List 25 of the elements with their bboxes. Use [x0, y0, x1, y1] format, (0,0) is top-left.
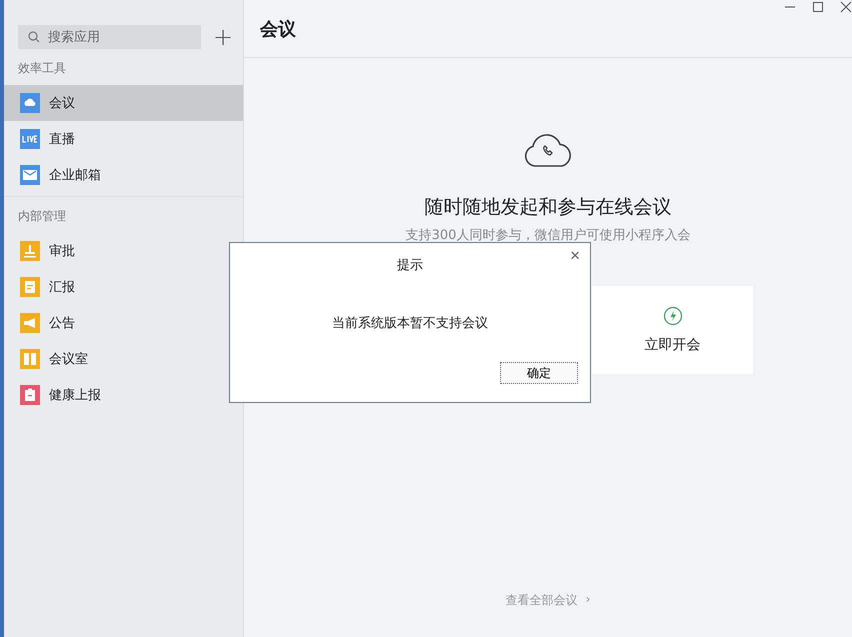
dialog-message: 当前系统版本暂不支持会议	[331, 315, 489, 332]
close-button[interactable]: ×	[568, 246, 582, 266]
card-label: 立即开会	[644, 336, 700, 354]
sidebar-item[interactable]: 健康上报	[4, 377, 243, 413]
heading: 随时随地发起和参与在线会议	[424, 195, 672, 220]
page-title: 会议	[260, 18, 296, 40]
subtitle: 支持300人同时参与，微信用户可使用小程序入会	[406, 227, 690, 244]
sidebar-item[interactable]: 汇报	[4, 269, 243, 305]
search-icon	[28, 31, 40, 43]
search-field[interactable]: 搜索应用	[18, 25, 201, 49]
ok-button[interactable]: 确定	[500, 362, 578, 384]
sidebar-item[interactable]: 会议	[4, 85, 243, 121]
dialog-title: 提示	[396, 257, 424, 274]
sidebar-item[interactable]: 企业邮箱	[4, 157, 243, 193]
add-button[interactable]: +	[209, 25, 238, 49]
sidebar-item[interactable]: 会议室	[4, 341, 243, 377]
sidebar-item[interactable]: 审批	[4, 233, 243, 269]
section-title: 内部管理	[17, 208, 67, 225]
start-meeting-card[interactable]: 立即开会	[592, 286, 753, 374]
sidebar-item[interactable]: 直播	[4, 121, 243, 157]
section-title: 效率工具	[17, 60, 67, 77]
lightning-icon	[662, 306, 682, 326]
sidebar-item[interactable]: 公告	[4, 305, 243, 341]
maximize-icon[interactable]	[812, 1, 824, 13]
close-icon[interactable]	[840, 1, 852, 13]
